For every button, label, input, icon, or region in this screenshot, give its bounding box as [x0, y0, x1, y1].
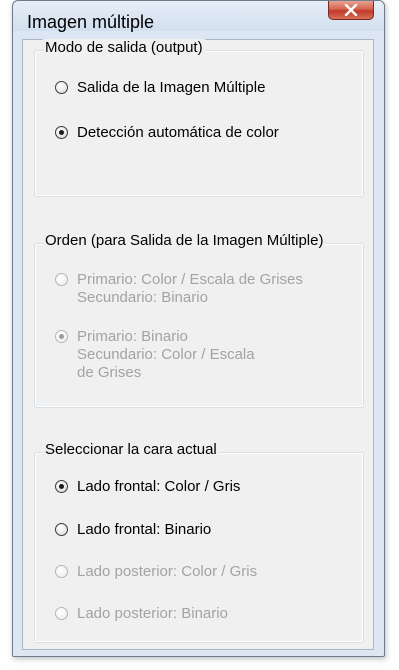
current-side-group-title: Seleccionar la cara actual: [43, 441, 219, 458]
radio-button[interactable]: [55, 330, 68, 343]
current-side-group: Seleccionar la cara actual Lado frontal:…: [34, 441, 364, 643]
radio-label: Primario: Color / Escala de Grises Secun…: [77, 271, 303, 306]
title-bar[interactable]: Imagen múltiple: [13, 1, 384, 32]
output-mode-group-title: Modo de salida (output): [43, 39, 205, 56]
radio-button[interactable]: [55, 273, 68, 286]
radio-multiple-image-output[interactable]: Salida de la Imagen Múltiple: [55, 79, 265, 97]
radio-button[interactable]: [55, 607, 68, 620]
radio-label: Detección automática de color: [77, 124, 279, 141]
radio-auto-color-detection[interactable]: Detección automática de color: [55, 124, 279, 142]
dialog-content: Modo de salida (output) Salida de la Ima…: [22, 39, 374, 650]
radio-label: Primario: Binario Secundario: Color / Es…: [77, 328, 255, 381]
radio-button[interactable]: [55, 565, 68, 578]
radio-button[interactable]: [55, 523, 68, 536]
close-icon: [344, 4, 358, 16]
radio-label: Lado frontal: Color / Gris: [77, 478, 241, 495]
close-button[interactable]: [328, 1, 374, 20]
radio-button[interactable]: [55, 81, 68, 94]
dialog-window: Imagen múltiple Modo de salida (output) …: [12, 0, 385, 657]
radio-back-binary[interactable]: Lado posterior: Binario: [55, 605, 228, 623]
radio-button[interactable]: [55, 480, 68, 493]
window-title: Imagen múltiple: [27, 12, 155, 32]
radio-back-color-gray[interactable]: Lado posterior: Color / Gris: [55, 563, 257, 581]
radio-primary-color-secondary-binary[interactable]: Primario: Color / Escala de Grises Secun…: [55, 271, 303, 307]
order-group: Orden (para Salida de la Imagen Múltiple…: [34, 232, 364, 408]
output-mode-group: Modo de salida (output) Salida de la Ima…: [34, 39, 364, 197]
radio-front-binary[interactable]: Lado frontal: Binario: [55, 521, 211, 539]
radio-front-color-gray[interactable]: Lado frontal: Color / Gris: [55, 478, 240, 496]
radio-label: Lado posterior: Color / Gris: [77, 563, 258, 580]
radio-button[interactable]: [55, 126, 68, 139]
radio-label: Lado posterior: Binario: [77, 605, 228, 622]
radio-label: Lado frontal: Binario: [77, 521, 212, 538]
radio-label: Salida de la Imagen Múltiple: [77, 79, 266, 96]
order-group-title: Orden (para Salida de la Imagen Múltiple…: [43, 232, 326, 249]
radio-primary-binary-secondary-color[interactable]: Primario: Binario Secundario: Color / Es…: [55, 328, 255, 382]
